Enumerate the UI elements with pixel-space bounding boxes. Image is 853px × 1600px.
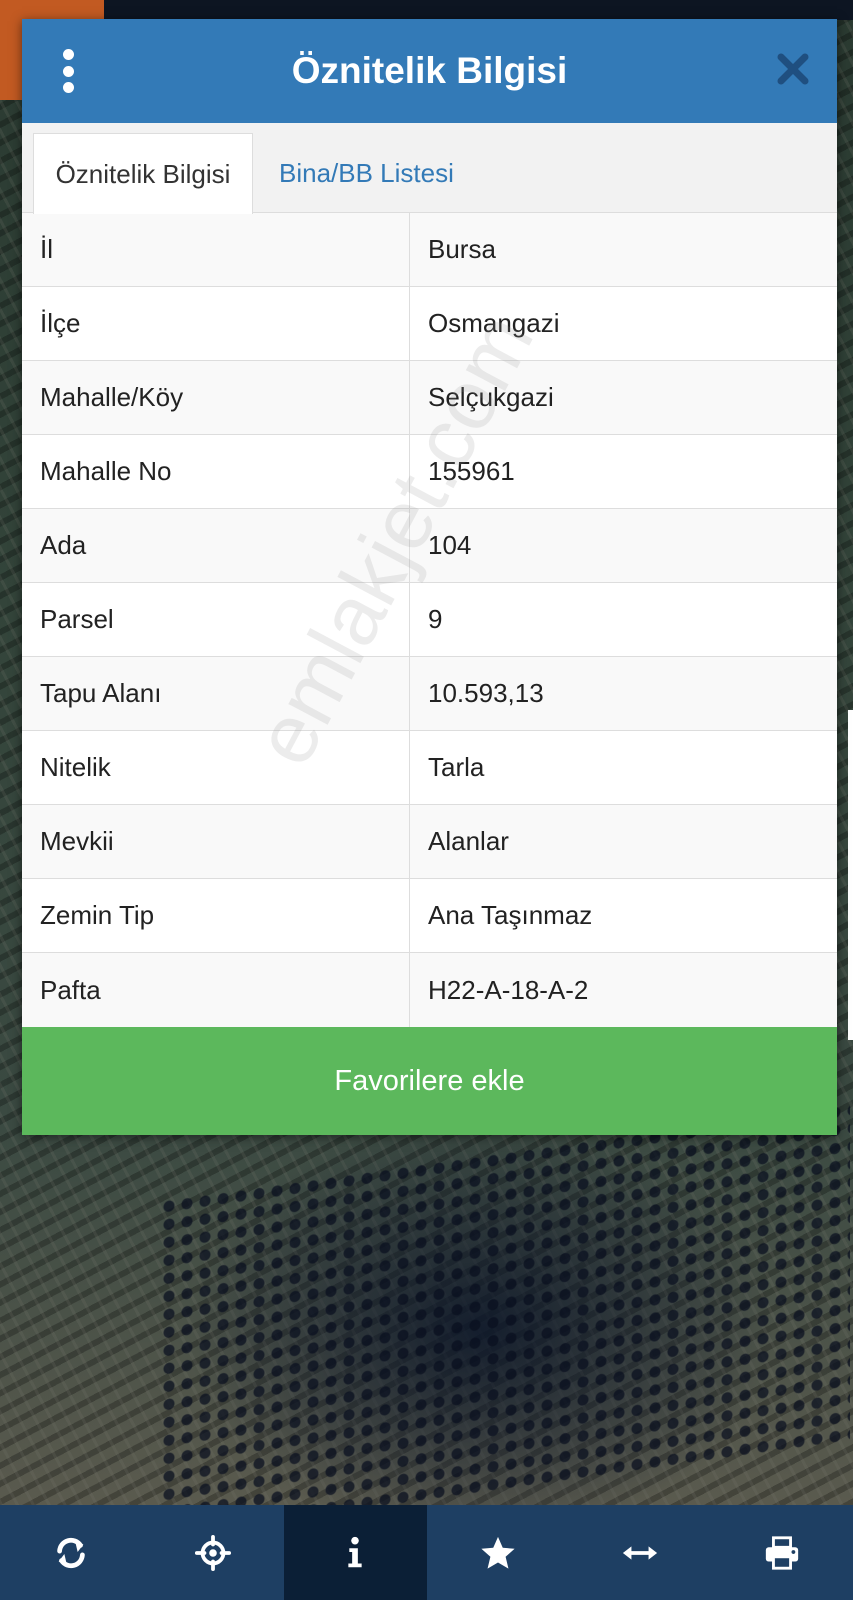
attribute-value: 155961	[428, 456, 515, 486]
attribute-value: Alanlar	[428, 826, 509, 856]
dialog-title: Öznitelik Bilgisi	[291, 50, 568, 91]
refresh-button[interactable]	[0, 1505, 142, 1600]
vertical-dots-icon[interactable]	[57, 49, 79, 93]
attribute-value: Tarla	[428, 752, 485, 782]
table-row: Parsel 9	[22, 583, 837, 657]
attribute-label: Ada	[22, 509, 410, 582]
attribute-info-dialog: Öznitelik Bilgisi Öznitelik Bilgisi Bina…	[22, 19, 837, 1135]
attribute-label: Zemin Tip	[22, 879, 410, 952]
table-row: Mahalle/Köy Selçukgazi	[22, 361, 837, 435]
attribute-label: Mahalle/Köy	[22, 361, 410, 434]
table-row: Tapu Alanı 10.593,13	[22, 657, 837, 731]
top-strip	[104, 0, 853, 20]
dialog-header: Öznitelik Bilgisi	[22, 19, 837, 123]
table-row: Mahalle No 155961	[22, 435, 837, 509]
attribute-label: Pafta	[22, 953, 410, 1027]
tab-bar: Öznitelik Bilgisi Bina/BB Listesi	[22, 123, 837, 214]
attribute-value: 104	[428, 530, 472, 560]
add-to-favorites-button[interactable]: Favorilere ekle	[22, 1027, 837, 1135]
side-panel-edge	[848, 710, 853, 1040]
attribute-label: Mahalle No	[22, 435, 410, 508]
table-row: İlçe Osmangazi	[22, 287, 837, 361]
attribute-value: 10.593,13	[428, 678, 544, 708]
attribute-value: Ana Taşınmaz	[428, 900, 593, 930]
attribute-label: Tapu Alanı	[22, 657, 410, 730]
attribute-value: Bursa	[428, 234, 496, 264]
table-row: İl Bursa	[22, 213, 837, 287]
attribute-label: Parsel	[22, 583, 410, 656]
bottom-toolbar	[0, 1505, 853, 1600]
info-icon	[348, 1536, 363, 1567]
table-row: Ada 104	[22, 509, 837, 583]
tab-attribute-info[interactable]: Öznitelik Bilgisi	[33, 133, 253, 214]
tab-building-list[interactable]: Bina/BB Listesi	[279, 133, 454, 214]
print-button[interactable]	[711, 1505, 853, 1600]
table-row: Mevkii Alanlar	[22, 805, 837, 879]
attribute-label: İl	[22, 213, 410, 286]
star-icon	[480, 1536, 515, 1569]
table-row: Pafta H22-A-18-A-2	[22, 953, 837, 1027]
crosshair-icon	[195, 1534, 232, 1571]
attribute-value: H22-A-18-A-2	[428, 974, 589, 1005]
attribute-label: Nitelik	[22, 731, 410, 804]
table-row: Nitelik Tarla	[22, 731, 837, 805]
attribute-label: Mevkii	[22, 805, 410, 878]
attribute-value: 9	[428, 604, 443, 634]
refresh-icon	[57, 1537, 85, 1568]
attribute-value: Selçukgazi	[428, 382, 554, 412]
attribute-value: Osmangazi	[428, 308, 560, 338]
printer-icon	[765, 1535, 799, 1570]
favorites-button[interactable]	[427, 1505, 569, 1600]
attribute-label: İlçe	[22, 287, 410, 360]
locate-button[interactable]	[142, 1505, 284, 1600]
table-row: Zemin Tip Ana Taşınmaz	[22, 879, 837, 953]
attribute-table: İl Bursa İlçe Osmangazi Mahalle/Köy Selç…	[22, 213, 837, 1027]
horizontal-arrows-icon	[622, 1545, 657, 1560]
info-button[interactable]	[284, 1505, 427, 1600]
measure-button[interactable]	[569, 1505, 711, 1600]
close-icon[interactable]	[773, 49, 813, 89]
